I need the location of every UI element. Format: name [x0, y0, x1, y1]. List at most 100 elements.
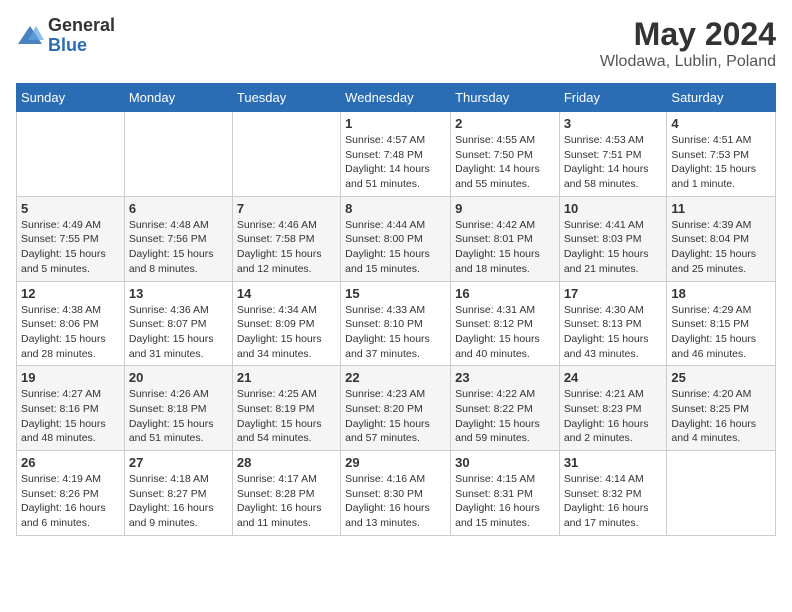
- weekday-header-sunday: Sunday: [17, 84, 125, 112]
- logo-blue-text: Blue: [48, 36, 115, 56]
- day-number: 25: [671, 370, 771, 385]
- day-number: 15: [345, 286, 446, 301]
- day-number: 3: [564, 116, 663, 131]
- day-info: Sunrise: 4:21 AM Sunset: 8:23 PM Dayligh…: [564, 387, 663, 446]
- logo-text: General Blue: [48, 16, 115, 56]
- day-number: 18: [671, 286, 771, 301]
- calendar-cell: [17, 112, 125, 197]
- calendar-week-2: 5 Sunrise: 4:49 AM Sunset: 7:55 PM Daylig…: [17, 196, 776, 281]
- calendar-cell: 4 Sunrise: 4:51 AM Sunset: 7:53 PM Daylig…: [667, 112, 776, 197]
- day-info: Sunrise: 4:41 AM Sunset: 8:03 PM Dayligh…: [564, 218, 663, 277]
- calendar-cell: 18 Sunrise: 4:29 AM Sunset: 8:15 PM Dayli…: [667, 281, 776, 366]
- month-title: May 2024: [600, 16, 776, 53]
- day-info: Sunrise: 4:34 AM Sunset: 8:09 PM Dayligh…: [237, 303, 336, 362]
- day-number: 28: [237, 455, 336, 470]
- day-info: Sunrise: 4:25 AM Sunset: 8:19 PM Dayligh…: [237, 387, 336, 446]
- day-info: Sunrise: 4:29 AM Sunset: 8:15 PM Dayligh…: [671, 303, 771, 362]
- calendar-week-1: 1 Sunrise: 4:57 AM Sunset: 7:48 PM Daylig…: [17, 112, 776, 197]
- calendar-cell: 3 Sunrise: 4:53 AM Sunset: 7:51 PM Daylig…: [559, 112, 667, 197]
- calendar-cell: 15 Sunrise: 4:33 AM Sunset: 8:10 PM Dayli…: [341, 281, 451, 366]
- day-info: Sunrise: 4:48 AM Sunset: 7:56 PM Dayligh…: [129, 218, 228, 277]
- calendar-cell: 24 Sunrise: 4:21 AM Sunset: 8:23 PM Dayli…: [559, 366, 667, 451]
- day-number: 24: [564, 370, 663, 385]
- calendar-cell: 6 Sunrise: 4:48 AM Sunset: 7:56 PM Daylig…: [124, 196, 232, 281]
- day-info: Sunrise: 4:30 AM Sunset: 8:13 PM Dayligh…: [564, 303, 663, 362]
- calendar-cell: 22 Sunrise: 4:23 AM Sunset: 8:20 PM Dayli…: [341, 366, 451, 451]
- day-info: Sunrise: 4:22 AM Sunset: 8:22 PM Dayligh…: [455, 387, 555, 446]
- logo-general-text: General: [48, 16, 115, 36]
- day-number: 4: [671, 116, 771, 131]
- day-number: 20: [129, 370, 228, 385]
- location-subtitle: Wlodawa, Lublin, Poland: [600, 53, 776, 71]
- day-info: Sunrise: 4:15 AM Sunset: 8:31 PM Dayligh…: [455, 472, 555, 531]
- calendar-cell: 30Sunrise: 4:15 AM Sunset: 8:31 PM Dayli…: [451, 451, 560, 536]
- day-number: 1: [345, 116, 446, 131]
- calendar-cell: [124, 112, 232, 197]
- day-number: 16: [455, 286, 555, 301]
- day-info: Sunrise: 4:51 AM Sunset: 7:53 PM Dayligh…: [671, 133, 771, 192]
- day-info: Sunrise: 4:46 AM Sunset: 7:58 PM Dayligh…: [237, 218, 336, 277]
- day-info: Sunrise: 4:18 AM Sunset: 8:27 PM Dayligh…: [129, 472, 228, 531]
- calendar-cell: 1 Sunrise: 4:57 AM Sunset: 7:48 PM Daylig…: [341, 112, 451, 197]
- day-info: Sunrise: 4:44 AM Sunset: 8:00 PM Dayligh…: [345, 218, 446, 277]
- day-info: Sunrise: 4:57 AM Sunset: 7:48 PM Dayligh…: [345, 133, 446, 192]
- weekday-header-saturday: Saturday: [667, 84, 776, 112]
- day-info: Sunrise: 4:16 AM Sunset: 8:30 PM Dayligh…: [345, 472, 446, 531]
- day-info: Sunrise: 4:26 AM Sunset: 8:18 PM Dayligh…: [129, 387, 228, 446]
- calendar-cell: 20 Sunrise: 4:26 AM Sunset: 8:18 PM Dayli…: [124, 366, 232, 451]
- day-number: 6: [129, 201, 228, 216]
- calendar-cell: 8 Sunrise: 4:44 AM Sunset: 8:00 PM Daylig…: [341, 196, 451, 281]
- day-info: Sunrise: 4:55 AM Sunset: 7:50 PM Dayligh…: [455, 133, 555, 192]
- calendar-cell: 11Sunrise: 4:39 AM Sunset: 8:04 PM Dayli…: [667, 196, 776, 281]
- day-number: 27: [129, 455, 228, 470]
- calendar-cell: 23Sunrise: 4:22 AM Sunset: 8:22 PM Dayli…: [451, 366, 560, 451]
- day-info: Sunrise: 4:31 AM Sunset: 8:12 PM Dayligh…: [455, 303, 555, 362]
- weekday-header-tuesday: Tuesday: [232, 84, 340, 112]
- day-number: 14: [237, 286, 336, 301]
- calendar-cell: 7Sunrise: 4:46 AM Sunset: 7:58 PM Daylig…: [232, 196, 340, 281]
- day-number: 10: [564, 201, 663, 216]
- calendar-week-4: 19Sunrise: 4:27 AM Sunset: 8:16 PM Dayli…: [17, 366, 776, 451]
- calendar-week-5: 26Sunrise: 4:19 AM Sunset: 8:26 PM Dayli…: [17, 451, 776, 536]
- day-info: Sunrise: 4:42 AM Sunset: 8:01 PM Dayligh…: [455, 218, 555, 277]
- day-info: Sunrise: 4:23 AM Sunset: 8:20 PM Dayligh…: [345, 387, 446, 446]
- calendar-cell: 28 Sunrise: 4:17 AM Sunset: 8:28 PM Dayli…: [232, 451, 340, 536]
- calendar-week-3: 12Sunrise: 4:38 AM Sunset: 8:06 PM Dayli…: [17, 281, 776, 366]
- day-info: Sunrise: 4:17 AM Sunset: 8:28 PM Dayligh…: [237, 472, 336, 531]
- day-number: 9: [455, 201, 555, 216]
- calendar-cell: 25Sunrise: 4:20 AM Sunset: 8:25 PM Dayli…: [667, 366, 776, 451]
- calendar-cell: 16 Sunrise: 4:31 AM Sunset: 8:12 PM Dayli…: [451, 281, 560, 366]
- page-header: General Blue May 2024 Wlodawa, Lublin, P…: [16, 16, 776, 71]
- calendar-cell: 17 Sunrise: 4:30 AM Sunset: 8:13 PM Dayli…: [559, 281, 667, 366]
- weekday-header-thursday: Thursday: [451, 84, 560, 112]
- calendar-cell: 27 Sunrise: 4:18 AM Sunset: 8:27 PM Dayli…: [124, 451, 232, 536]
- day-number: 17: [564, 286, 663, 301]
- day-number: 31: [564, 455, 663, 470]
- day-number: 12: [21, 286, 120, 301]
- calendar-cell: [232, 112, 340, 197]
- calendar-cell: [667, 451, 776, 536]
- weekday-header-friday: Friday: [559, 84, 667, 112]
- day-info: Sunrise: 4:39 AM Sunset: 8:04 PM Dayligh…: [671, 218, 771, 277]
- day-info: Sunrise: 4:14 AM Sunset: 8:32 PM Dayligh…: [564, 472, 663, 531]
- day-number: 5: [21, 201, 120, 216]
- calendar-cell: 26Sunrise: 4:19 AM Sunset: 8:26 PM Dayli…: [17, 451, 125, 536]
- weekday-header-row: SundayMondayTuesdayWednesdayThursdayFrid…: [17, 84, 776, 112]
- day-info: Sunrise: 4:36 AM Sunset: 8:07 PM Dayligh…: [129, 303, 228, 362]
- day-number: 8: [345, 201, 446, 216]
- logo: General Blue: [16, 16, 115, 56]
- calendar-cell: 13Sunrise: 4:36 AM Sunset: 8:07 PM Dayli…: [124, 281, 232, 366]
- weekday-header-monday: Monday: [124, 84, 232, 112]
- day-number: 21: [237, 370, 336, 385]
- logo-icon: [16, 22, 44, 50]
- weekday-header-wednesday: Wednesday: [341, 84, 451, 112]
- day-number: 22: [345, 370, 446, 385]
- day-info: Sunrise: 4:53 AM Sunset: 7:51 PM Dayligh…: [564, 133, 663, 192]
- day-info: Sunrise: 4:49 AM Sunset: 7:55 PM Dayligh…: [21, 218, 120, 277]
- day-number: 2: [455, 116, 555, 131]
- day-number: 29: [345, 455, 446, 470]
- day-number: 26: [21, 455, 120, 470]
- calendar-cell: 9 Sunrise: 4:42 AM Sunset: 8:01 PM Daylig…: [451, 196, 560, 281]
- day-info: Sunrise: 4:33 AM Sunset: 8:10 PM Dayligh…: [345, 303, 446, 362]
- calendar-cell: 29 Sunrise: 4:16 AM Sunset: 8:30 PM Dayli…: [341, 451, 451, 536]
